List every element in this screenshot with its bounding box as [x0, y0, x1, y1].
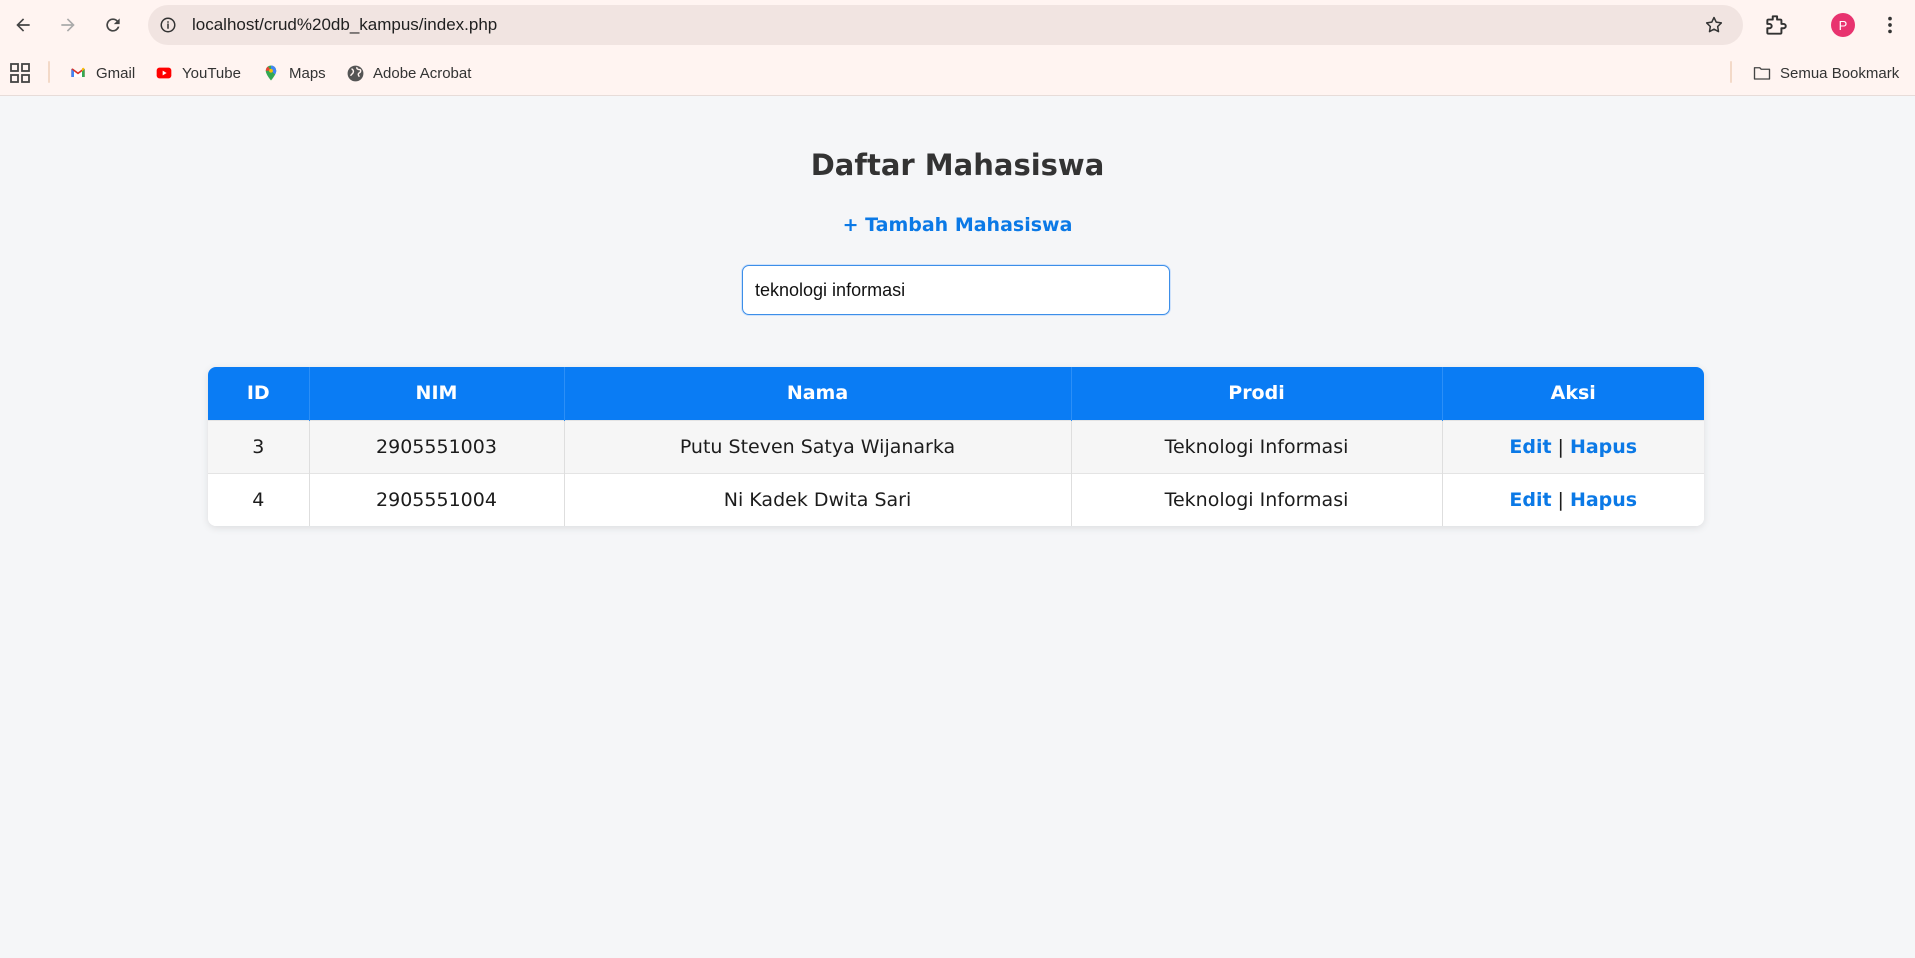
- bookmark-label: Maps: [289, 64, 326, 82]
- header-nim: NIM: [309, 367, 565, 420]
- table-header-row: ID NIM Nama Prodi Aksi: [208, 367, 1704, 420]
- maps-icon: [261, 63, 281, 83]
- all-bookmarks-button[interactable]: Semua Bookmark: [1752, 62, 1899, 84]
- address-bar[interactable]: localhost/crud%20db_kampus/index.php: [148, 5, 1743, 45]
- edit-link[interactable]: Edit: [1509, 436, 1551, 458]
- bookmark-gmail[interactable]: Gmail: [68, 62, 135, 84]
- bookmark-youtube[interactable]: YouTube: [154, 62, 241, 84]
- search-input[interactable]: [742, 265, 1170, 315]
- bookmark-maps[interactable]: Maps: [261, 62, 326, 84]
- cell-nama: Putu Steven Satya Wijanarka: [564, 419, 1072, 473]
- url-text[interactable]: localhost/crud%20db_kampus/index.php: [192, 15, 497, 35]
- forward-button[interactable]: [52, 9, 84, 41]
- extensions-icon[interactable]: [1763, 12, 1789, 38]
- more-menu-icon[interactable]: [1877, 12, 1903, 38]
- profile-avatar[interactable]: P: [1831, 13, 1855, 37]
- bookmark-adobe-acrobat[interactable]: Adobe Acrobat: [345, 62, 471, 84]
- cell-aksi: Edit | Hapus: [1442, 419, 1704, 473]
- cell-id: 3: [208, 419, 310, 473]
- cell-aksi: Edit | Hapus: [1442, 472, 1704, 526]
- site-info-icon[interactable]: [158, 15, 178, 35]
- bookmark-label: Gmail: [96, 64, 136, 82]
- students-table: ID NIM Nama Prodi Aksi 3 2905551003 Putu…: [208, 367, 1704, 526]
- bookmarks-separator: [1730, 61, 1732, 83]
- cell-prodi: Teknologi Informasi: [1071, 472, 1443, 526]
- arrow-right-icon: [61, 18, 75, 32]
- action-separator: |: [1557, 488, 1564, 511]
- bookmarks-separator: [48, 61, 50, 83]
- browser-toolbar: localhost/crud%20db_kampus/index.php P: [0, 0, 1915, 50]
- youtube-icon: [154, 63, 174, 83]
- page-title: Daftar Mahasiswa: [810, 148, 1105, 182]
- header-aksi: Aksi: [1442, 367, 1704, 420]
- all-bookmarks-label: Semua Bookmark: [1780, 64, 1900, 82]
- cell-nim: 2905551004: [309, 472, 565, 526]
- cell-prodi: Teknologi Informasi: [1071, 419, 1443, 473]
- cell-id: 4: [208, 472, 310, 526]
- table-row: 4 2905551004 Ni Kadek Dwita Sari Teknolo…: [208, 472, 1704, 526]
- table-row: 3 2905551003 Putu Steven Satya Wijanarka…: [208, 419, 1704, 473]
- gmail-icon: [68, 63, 88, 83]
- header-nama: Nama: [564, 367, 1072, 420]
- bookmark-label: Adobe Acrobat: [373, 64, 472, 82]
- header-prodi: Prodi: [1071, 367, 1443, 420]
- bookmarks-bar: Gmail YouTube Maps Adobe Acrobat Semua B…: [0, 50, 1915, 96]
- add-student-link[interactable]: + Tambah Mahasiswa: [0, 214, 1915, 236]
- reload-button[interactable]: [97, 9, 129, 41]
- apps-grid-icon[interactable]: [10, 63, 30, 83]
- bookmark-star-icon[interactable]: [1703, 14, 1725, 36]
- header-id: ID: [208, 367, 310, 420]
- folder-icon: [1752, 63, 1772, 83]
- cell-nim: 2905551003: [309, 419, 565, 473]
- arrow-left-icon: [16, 18, 30, 32]
- back-button[interactable]: [7, 9, 39, 41]
- globe-icon: [345, 63, 365, 83]
- bookmark-label: YouTube: [182, 64, 241, 82]
- edit-link[interactable]: Edit: [1509, 489, 1551, 511]
- delete-link[interactable]: Hapus: [1570, 436, 1637, 458]
- delete-link[interactable]: Hapus: [1570, 489, 1637, 511]
- reload-icon: [106, 18, 120, 32]
- cell-nama: Ni Kadek Dwita Sari: [564, 472, 1072, 526]
- action-separator: |: [1557, 435, 1564, 458]
